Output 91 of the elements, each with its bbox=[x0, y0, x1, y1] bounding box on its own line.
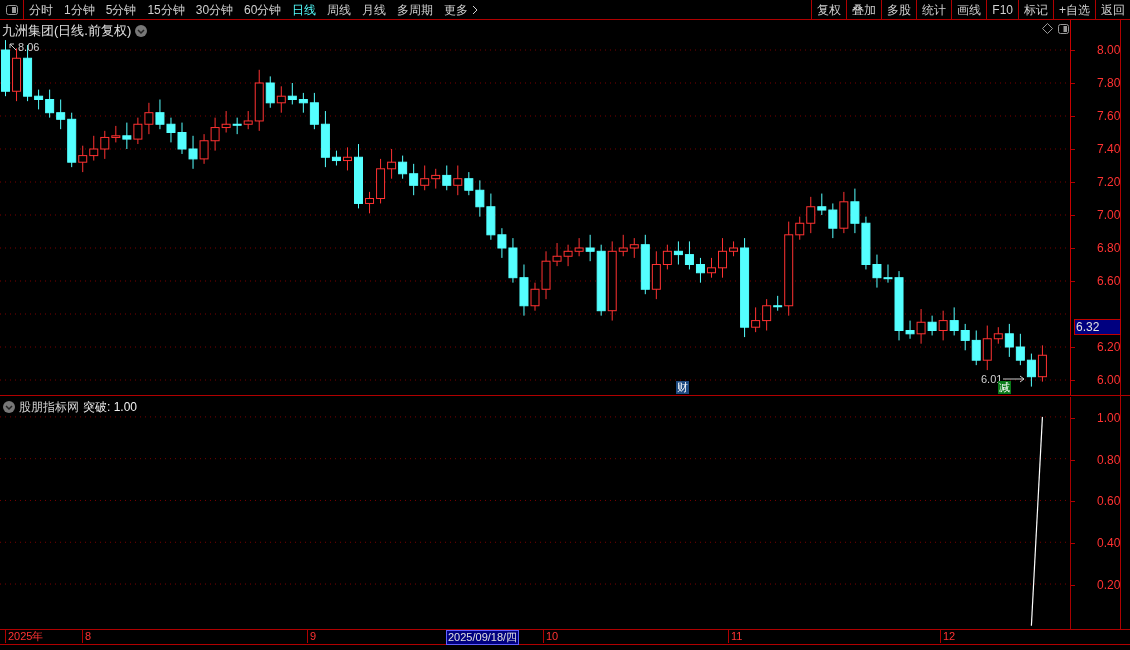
candlestick bbox=[673, 240, 683, 265]
diamond-icon[interactable] bbox=[1042, 23, 1053, 34]
period-tab[interactable]: 15分钟 bbox=[146, 0, 186, 19]
period-tab[interactable]: 日线 bbox=[291, 0, 318, 19]
event-marker[interactable]: 财 bbox=[676, 381, 689, 394]
toolbar-button[interactable]: +自选 bbox=[1053, 0, 1095, 19]
candlestick bbox=[409, 163, 419, 196]
chart-title: 九洲集团(日线.前复权) bbox=[2, 22, 132, 40]
candlestick bbox=[199, 133, 209, 165]
period-tab[interactable]: 1分钟 bbox=[63, 0, 96, 19]
axis-label: 7.80 bbox=[1097, 76, 1121, 90]
indicator-reading: : 1.00 bbox=[107, 399, 138, 416]
date-label: 9 bbox=[307, 630, 317, 643]
candlestick bbox=[144, 102, 154, 135]
candlestick bbox=[177, 122, 187, 155]
axis-label: 6.00 bbox=[1097, 373, 1121, 387]
candlestick bbox=[232, 117, 242, 135]
date-label: 2025/09/18/四 bbox=[446, 630, 520, 645]
axis-label: 7.40 bbox=[1097, 142, 1121, 156]
axis-label: 7.60 bbox=[1097, 109, 1121, 123]
panel-toggle-icon[interactable] bbox=[5, 4, 18, 15]
candlestick bbox=[188, 135, 198, 170]
date-label: 8 bbox=[82, 630, 92, 643]
axis-label: 6.80 bbox=[1097, 241, 1121, 255]
toolbar-button[interactable]: F10 bbox=[986, 0, 1018, 19]
series-name: 突破 bbox=[83, 399, 107, 416]
axis-label: 0.80 bbox=[1097, 452, 1121, 467]
candlestick bbox=[1037, 344, 1047, 383]
toolbar-button[interactable]: 多股 bbox=[881, 0, 917, 19]
candlestick bbox=[850, 188, 860, 234]
current-price-label: 6.32 bbox=[1074, 319, 1121, 336]
arrow-icon bbox=[1003, 375, 1026, 384]
candlestick bbox=[707, 257, 716, 279]
candlestick bbox=[960, 323, 970, 351]
toolbar-button[interactable]: 统计 bbox=[916, 0, 952, 19]
candlestick bbox=[45, 89, 55, 119]
candlestick bbox=[155, 99, 165, 130]
candlestick bbox=[563, 244, 573, 267]
candlestick bbox=[398, 155, 408, 180]
date-label: 2025年 bbox=[5, 630, 44, 643]
candlestick bbox=[287, 82, 297, 105]
axis-label: 8.00 bbox=[1097, 43, 1121, 57]
date-label: 12 bbox=[940, 630, 956, 643]
dropdown-icon[interactable] bbox=[3, 401, 15, 413]
toolbar-button[interactable]: 返回 bbox=[1095, 0, 1130, 19]
candlestick bbox=[453, 165, 463, 196]
candlestick bbox=[420, 165, 430, 191]
period-tab[interactable]: 多周期 bbox=[396, 0, 435, 19]
period-tab[interactable]: 周线 bbox=[326, 0, 353, 19]
date-label: 11 bbox=[728, 630, 743, 643]
candlestick bbox=[949, 306, 959, 336]
candlestick bbox=[684, 240, 694, 270]
axis-label: 7.00 bbox=[1097, 208, 1121, 222]
candlestick bbox=[89, 135, 99, 162]
indicator-title: 股朋指标网 bbox=[19, 399, 79, 416]
axis-label: 0.60 bbox=[1097, 494, 1121, 509]
axis-label: 1.00 bbox=[1097, 410, 1121, 425]
arrow-icon bbox=[9, 43, 17, 52]
candlestick bbox=[695, 257, 705, 284]
candlestick bbox=[574, 237, 584, 257]
candlestick bbox=[354, 143, 363, 209]
candlestick bbox=[971, 330, 981, 366]
period-tab[interactable]: 更多 bbox=[443, 0, 470, 19]
axis-label: 6.20 bbox=[1097, 340, 1121, 354]
candlestick bbox=[839, 191, 849, 234]
toolbar-button[interactable]: 画线 bbox=[951, 0, 987, 19]
period-tab[interactable]: 60分钟 bbox=[243, 0, 283, 19]
candlestick bbox=[442, 165, 452, 191]
chevron-right-icon[interactable] bbox=[472, 4, 479, 15]
high-price-label: 8.06 bbox=[18, 40, 40, 55]
axis-label: 0.20 bbox=[1097, 578, 1121, 593]
panel-toggle-icon[interactable] bbox=[1058, 24, 1069, 34]
axis-label: 6.60 bbox=[1097, 274, 1121, 288]
candlestick bbox=[1, 39, 10, 97]
dropdown-icon[interactable] bbox=[135, 24, 148, 37]
candlestick bbox=[276, 85, 286, 114]
candlestick bbox=[133, 117, 143, 145]
candlestick bbox=[1026, 353, 1036, 388]
toolbar-button[interactable]: 复权 bbox=[811, 0, 847, 19]
toolbar-button[interactable]: 叠加 bbox=[846, 0, 882, 19]
candlestick bbox=[166, 117, 176, 143]
axis-label: 7.20 bbox=[1097, 175, 1121, 189]
date-label: 10 bbox=[543, 630, 559, 643]
period-tab[interactable]: 月线 bbox=[361, 0, 388, 19]
toolbar-button[interactable]: 标记 bbox=[1018, 0, 1053, 19]
period-tab[interactable]: 30分钟 bbox=[194, 0, 235, 19]
period-tab[interactable]: 分时 bbox=[28, 0, 54, 19]
candlestick bbox=[431, 168, 441, 190]
candlestick bbox=[1015, 333, 1025, 366]
axis-label: 0.40 bbox=[1097, 536, 1121, 551]
period-tab[interactable]: 5分钟 bbox=[104, 0, 138, 19]
